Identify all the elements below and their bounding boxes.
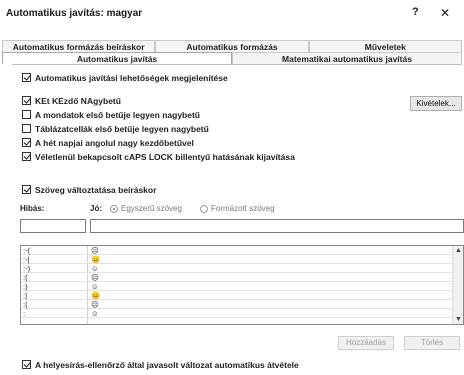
option-spellcheck-auto[interactable]: A helyesírás-ellenőrző által javasolt vá… [22, 359, 299, 370]
list-from: :) [23, 282, 28, 291]
option-label: Véletlenül bekapcsolt cAPS LOCK billenty… [35, 151, 295, 162]
list-from: :( [23, 300, 28, 309]
list-to: ☺ [91, 309, 99, 318]
option-caps-lock-fix[interactable]: Véletlenül bekapcsolt cAPS LOCK billenty… [22, 151, 295, 162]
replace-header: Hibás: Jó: Egyszerű szöveg Formázott szö… [20, 204, 460, 216]
option-capitalize-table-cells[interactable]: Táblázatcellák első betűje legyen nagybe… [22, 123, 209, 134]
exceptions-button[interactable]: Kivételek... [410, 96, 462, 111]
list-from: :| [23, 291, 28, 300]
good-label: Jó: [90, 204, 102, 213]
list-scrollbar[interactable]: ▲ ▼ [452, 246, 463, 324]
list-item[interactable]: :) ☺ [21, 282, 453, 291]
list-item[interactable]: :( ☹ [21, 300, 453, 309]
add-button[interactable]: Hozzáadás [338, 336, 394, 350]
checkbox[interactable] [22, 138, 31, 147]
option-label: Táblázatcellák első betűje legyen nagybe… [35, 123, 209, 134]
radio-label: Formázott szöveg [211, 204, 275, 213]
tab-autoformat[interactable]: Automatikus formázás [155, 40, 309, 52]
list-to: 😐 [91, 255, 101, 264]
tab-autoformat-as-you-type[interactable]: Automatikus formázás beíráskor [2, 40, 156, 52]
checkbox[interactable] [22, 124, 31, 133]
list-item[interactable]: :-| 😐 [21, 255, 453, 264]
wrong-input[interactable] [20, 219, 86, 233]
plain-text-radio[interactable]: Egyszerű szöveg [110, 204, 182, 213]
option-label: A mondatok első betűje legyen nagybetű [35, 109, 200, 120]
checkbox[interactable] [22, 110, 31, 119]
list-item[interactable]: :-( ☹ [21, 246, 453, 255]
help-button[interactable]: ? [412, 6, 419, 18]
list-item[interactable]: : ☺ [21, 309, 453, 318]
option-capitalize-days[interactable]: A hét napjai angolul nagy kezdőbetűvel [22, 137, 194, 148]
close-button[interactable]: ✕ [440, 6, 450, 20]
list-to: ☹ [91, 273, 99, 282]
option-capitalize-sentence[interactable]: A mondatok első betűje legyen nagybetű [22, 109, 200, 120]
list-item[interactable]: :| 😐 [21, 291, 453, 300]
list-from: :-| [23, 255, 30, 264]
wrong-label: Hibás: [20, 204, 45, 213]
option-label: KEt KEzdő NAgybetű [35, 95, 121, 106]
option-label: A hét napjai angolul nagy kezdőbetűvel [35, 137, 194, 148]
checkbox[interactable] [22, 73, 31, 82]
formatted-text-radio[interactable]: Formázott szöveg [200, 204, 275, 213]
tab-math-autocorrect[interactable]: Matematikai automatikus javítás [232, 52, 462, 64]
checkbox[interactable] [22, 96, 31, 105]
list-from: : [23, 309, 26, 318]
scroll-up-icon[interactable]: ▲ [455, 247, 462, 254]
radio-label: Egyszerű szöveg [121, 204, 182, 213]
replacement-list[interactable]: :-( ☹ :-| 😐 :-) ☺ :( ☹ :) ☺ :| 😐 :( ☹ : … [20, 245, 464, 325]
list-item[interactable]: :( ☹ [21, 273, 453, 282]
list-to: ☺ [91, 282, 99, 291]
scroll-down-icon[interactable]: ▼ [455, 316, 462, 323]
delete-button[interactable]: Törlés [404, 336, 460, 350]
option-label: A helyesírás-ellenőrző által javasolt vá… [35, 359, 299, 370]
good-input[interactable] [90, 219, 464, 233]
option-two-initial-caps[interactable]: KEt KEzdő NAgybetű [22, 95, 121, 106]
radio-dot[interactable] [200, 204, 208, 213]
radio-dot[interactable] [110, 204, 118, 213]
list-from: :-) [23, 264, 31, 273]
window-title: Automatikus javítás: magyar [6, 8, 143, 19]
list-to: 😐 [91, 291, 101, 300]
list-from: :( [23, 273, 28, 282]
list-to: ☹ [91, 246, 99, 255]
option-replace-text[interactable]: Szöveg változtatása beíráskor [22, 184, 156, 195]
tabs-row-bottom: Automatikus javítás Matematikai automati… [2, 52, 462, 64]
checkbox[interactable] [22, 360, 31, 369]
tab-actions[interactable]: Műveletek [308, 40, 462, 52]
option-show-buttons[interactable]: Automatikus javítási lehetőségek megjele… [22, 72, 228, 83]
list-to: ☺ [91, 264, 99, 273]
title-bar: Automatikus javítás: magyar ? ✕ [0, 0, 464, 28]
checkbox[interactable] [22, 185, 31, 194]
list-item[interactable]: :-) ☺ [21, 264, 453, 273]
list-from: :-( [23, 246, 31, 255]
option-label: Szöveg változtatása beíráskor [35, 184, 157, 195]
tab-autocorrect[interactable]: Automatikus javítás [2, 52, 232, 64]
checkbox[interactable] [22, 152, 31, 161]
list-to: ☹ [91, 300, 99, 309]
tabs-row-top: Automatikus formázás beíráskor Automatik… [2, 40, 462, 52]
option-label: Automatikus javítási lehetőségek megjele… [35, 72, 228, 83]
